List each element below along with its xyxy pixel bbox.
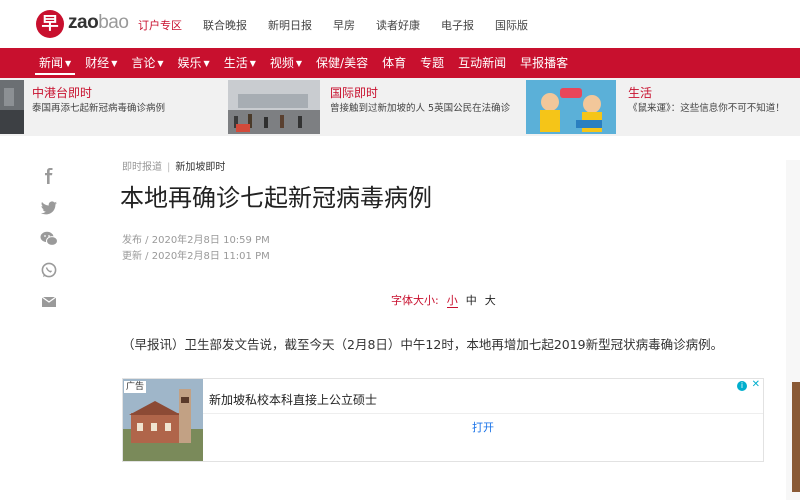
- nav-item-label: 言论: [131, 56, 156, 70]
- twitter-icon[interactable]: [40, 200, 58, 216]
- nav-item-label: 财经: [85, 56, 110, 70]
- nav-item-label: 新闻: [39, 56, 64, 70]
- nav-item-5[interactable]: 视频 ▼: [263, 48, 309, 78]
- nav-item-0[interactable]: 新闻 ▼: [32, 48, 78, 78]
- zaobao-wordmark[interactable]: zaobao: [68, 12, 129, 34]
- chevron-down-icon: ▼: [249, 59, 256, 68]
- teaser-photo-2: [228, 80, 320, 134]
- top-links: 订户专区 联合晚报 新明日报 早房 读者好康 电子报 国际版: [138, 17, 549, 33]
- ad-title[interactable]: 新加坡私校本科直接上公立硕士: [209, 391, 377, 408]
- nav-item-10[interactable]: 早报播客: [513, 48, 575, 78]
- top-link-3[interactable]: 早房: [333, 17, 355, 33]
- top-link-0[interactable]: 订户专区: [138, 17, 182, 33]
- top-link-1[interactable]: 联合晚报: [203, 17, 247, 33]
- zaobao-logo-icon[interactable]: 早: [36, 10, 64, 38]
- ad-divider: [203, 413, 763, 414]
- teaser-photo-3: [526, 80, 616, 134]
- breadcrumb-section[interactable]: 即时报道: [122, 162, 162, 173]
- nav-items: 新闻 ▼ 财经 ▼ 言论 ▼ 娱乐 ▼ 生活 ▼ 视频 ▼ 保健/美容 体育 专题 互动新闻 早报播客: [32, 48, 575, 78]
- ad-info-icon[interactable]: i: [737, 381, 747, 391]
- ad-open-button[interactable]: 打开: [203, 419, 763, 435]
- nav-item-1[interactable]: 财经 ▼: [78, 48, 124, 78]
- facebook-icon[interactable]: [40, 168, 58, 184]
- chevron-down-icon: ▼: [295, 59, 303, 68]
- nav-item-label: 互动新闻: [458, 56, 507, 70]
- nav-item-9[interactable]: 互动新闻: [451, 48, 513, 78]
- chevron-down-icon: ▼: [157, 59, 164, 68]
- teaser-desc-2[interactable]: 曾接触到过新加坡的人 5英国公民在法确诊: [330, 101, 520, 116]
- font-size-medium[interactable]: 中: [466, 294, 477, 307]
- teaser-title-1[interactable]: 中港台即时: [32, 84, 92, 101]
- nav-item-4[interactable]: 生活 ▼: [217, 48, 263, 78]
- nav-item-label: 娱乐: [177, 56, 202, 70]
- right-edge-image: [792, 382, 800, 492]
- top-link-2[interactable]: 新明日报: [268, 17, 312, 33]
- breadcrumb-separator: |: [167, 162, 171, 173]
- nav-item-label: 体育: [382, 56, 407, 70]
- ad-close-icon[interactable]: ✕: [752, 379, 760, 390]
- nav-item-7[interactable]: 体育: [375, 48, 413, 78]
- teaser-desc-1[interactable]: 泰国再添七起新冠病毒确诊病例: [32, 101, 222, 116]
- font-size-control: 字体大小: 小中大: [391, 292, 496, 308]
- nav-item-label: 生活: [223, 56, 248, 70]
- teaser-image-2[interactable]: [228, 80, 320, 134]
- ad-label: 广告: [124, 381, 147, 393]
- top-link-6[interactable]: 国际版: [495, 17, 528, 33]
- chevron-down-icon: ▼: [65, 59, 72, 68]
- nav-item-3[interactable]: 娱乐 ▼: [171, 48, 217, 78]
- ad-image[interactable]: 广告: [123, 379, 203, 461]
- email-icon[interactable]: [40, 294, 58, 310]
- nav-item-6[interactable]: 保健/美容: [309, 48, 375, 78]
- chevron-down-icon: ▼: [111, 59, 118, 68]
- nav-item-label: 专题: [420, 56, 445, 70]
- logo-bao: bao: [98, 12, 129, 33]
- font-size-small[interactable]: 小: [446, 294, 458, 308]
- nav-item-label: 视频: [269, 56, 294, 70]
- nav-item-label: 早报播客: [520, 56, 569, 70]
- font-size-label: 字体大小:: [391, 294, 439, 307]
- main-nav: 新闻 ▼ 财经 ▼ 言论 ▼ 娱乐 ▼ 生活 ▼ 视频 ▼ 保健/美容 体育 专题 互动新闻 早报播客: [0, 48, 800, 78]
- article-headline: 本地再确诊七起新冠病毒病例: [120, 184, 432, 212]
- font-size-large[interactable]: 大: [485, 294, 496, 307]
- logo-zao: zao: [68, 12, 99, 33]
- nav-item-8[interactable]: 专题: [413, 48, 451, 78]
- nav-item-label: 保健/美容: [316, 56, 369, 70]
- teaser-photo-1: [0, 80, 24, 134]
- right-edge-column: [786, 160, 800, 500]
- teaser-title-2[interactable]: 国际即时: [330, 84, 378, 101]
- top-link-5[interactable]: 电子报: [441, 17, 474, 33]
- nav-item-2[interactable]: 言论 ▼: [124, 48, 170, 78]
- published-time: 发布 / 2020年2月8日 10:59 PM: [122, 235, 270, 246]
- top-link-4[interactable]: 读者好康: [376, 17, 420, 33]
- breadcrumb-category[interactable]: 新加坡即时: [175, 162, 225, 173]
- teaser-strip: 中港台即时 泰国再添七起新冠病毒确诊病例 国际即时 曾接触到过新加坡的人 5英国…: [0, 78, 800, 136]
- top-header: 早 zaobao 订户专区 联合晚报 新明日报 早房 读者好康 电子报 国际版: [0, 0, 800, 48]
- chevron-down-icon: ▼: [203, 59, 210, 68]
- teaser-title-3[interactable]: 生活: [628, 84, 652, 101]
- breadcrumb: 即时报道 | 新加坡即时: [122, 158, 225, 173]
- wechat-icon[interactable]: [40, 231, 58, 247]
- whatsapp-icon[interactable]: [40, 262, 58, 278]
- teaser-image-1[interactable]: [0, 80, 24, 134]
- updated-time: 更新 / 2020年2月8日 11:01 PM: [122, 251, 270, 262]
- article-body-paragraph: （早报讯）卫生部发文告说，截至今天（2月8日）中午12时，本地再增加七起2019…: [122, 337, 724, 352]
- sponsored-ad[interactable]: 广告 新加坡私校本科直接上公立硕士 i ✕ 打开: [122, 378, 764, 462]
- teaser-image-3[interactable]: [526, 80, 616, 134]
- teaser-desc-3[interactable]: 《鼠来運》：这些信息你不可不知道！: [628, 101, 800, 116]
